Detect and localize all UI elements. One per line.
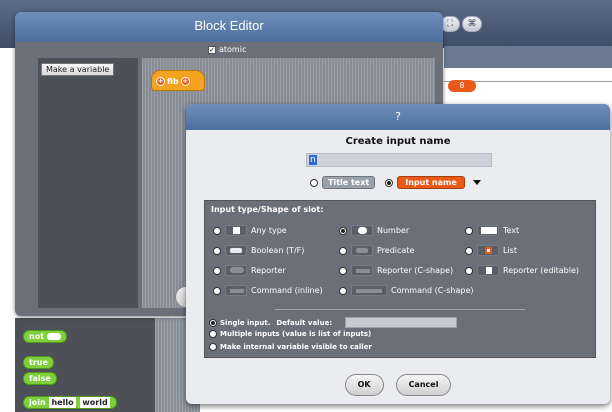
slot-radio-list[interactable] [465,246,473,255]
false-block-label: false [29,374,51,383]
single-input-label: Single input. [220,318,271,327]
false-block[interactable]: false [23,372,57,385]
slot-label-boolean: Boolean (T/F) [251,246,305,255]
predicate-slot-icon [351,245,373,256]
not-block[interactable]: not [23,330,68,343]
slot-label-command-inline: Command (inline) [251,286,323,295]
panel-divider [275,309,525,310]
slot-option-command-cshape[interactable]: Command (C-shape) [339,285,474,296]
slot-radio-text[interactable] [465,226,473,235]
reporter-editable-icon [477,265,499,276]
multiple-inputs-option[interactable]: Multiple inputs (value is list of inputs… [209,330,371,338]
input-name-dialog: ? Create input name n Title text Input n… [186,104,610,404]
slot-option-reporter-cshape[interactable]: Reporter (C-shape) [339,265,453,276]
custom-block-hat[interactable]: + fib + [151,70,205,91]
atomic-checkbox[interactable]: ✓ [208,45,216,54]
slot-radio-reporter-editable[interactable] [465,266,473,275]
slot-option-reporter-editable[interactable]: Reporter (editable) [465,265,579,276]
slot-radio-boolean[interactable] [213,246,221,255]
slot-radio-reporter[interactable] [213,266,221,275]
slot-option-number[interactable]: Number [339,225,409,236]
stage-size-buttons: ⛶ ⌘ [440,16,482,32]
slot-label-any: Any type [251,226,287,235]
slot-label-reporter-editable: Reporter (editable) [503,266,579,275]
slot-radio-any[interactable] [213,226,221,235]
title-text-label[interactable]: Title text [322,176,376,189]
ok-button[interactable]: OK [344,374,384,396]
cancel-button[interactable]: Cancel [395,374,452,396]
multiple-inputs-label: Multiple inputs (value is list of inputs… [220,330,372,338]
reporter-cshape-icon [351,265,373,276]
slot-option-predicate[interactable]: Predicate [339,245,414,256]
hat-block-label[interactable]: fib [167,77,179,86]
boolean-slot-icon [225,245,247,256]
slot-label-reporter: Reporter [251,266,286,275]
join-block-label: join [29,398,46,407]
slot-radio-predicate[interactable] [339,246,347,255]
slot-label-text: Text [503,226,520,235]
background-palette: not true false join hello world [15,318,155,412]
default-value-field[interactable] [345,317,458,328]
input-name-field[interactable]: n [306,153,492,167]
atomic-label: atomic [219,45,247,54]
slot-option-reporter[interactable]: Reporter [213,265,286,276]
title-text-radio[interactable] [310,178,318,187]
name-mode-options: Title text Input name [310,176,481,189]
chevron-down-icon[interactable] [472,180,481,185]
slot-option-list[interactable]: List [465,245,517,256]
atomic-option[interactable]: ✓ atomic [208,45,246,54]
editor-palette: Make a variable [38,58,138,308]
multiple-inputs-radio[interactable] [209,330,217,338]
variable-watcher-value: 8 [448,80,476,92]
dialog-heading: Create input name [345,136,451,147]
single-input-radio[interactable] [209,318,217,327]
make-internal-radio[interactable] [209,343,217,351]
dialog-buttons: OK Cancel [186,374,610,396]
slot-label-number: Number [377,226,410,235]
slot-label-list: List [503,246,517,255]
slot-option-any[interactable]: Any type [213,225,287,236]
slot-label-predicate: Predicate [377,246,415,255]
slot-label-reporter-cshape: Reporter (C-shape) [377,266,454,275]
join-arg-1[interactable]: hello [49,397,76,408]
slot-radio-command-cshape[interactable] [339,286,347,295]
slot-radio-reporter-cshape[interactable] [339,266,347,275]
single-input-option[interactable]: Single input. Default value: [209,317,458,328]
text-slot-icon [477,225,499,236]
true-block[interactable]: true [23,356,54,369]
slot-option-command-inline[interactable]: Command (inline) [213,285,323,296]
slot-type-title: Input type/Shape of slot: [211,205,324,214]
true-block-label: true [29,358,48,367]
default-value-label: Default value: [276,318,333,327]
slot-type-panel: Input type/Shape of slot: Any type Numbe… [204,200,596,358]
dialog-title[interactable]: ? [186,104,610,130]
not-block-label: not [29,332,45,341]
add-input-icon-2[interactable]: + [180,77,190,86]
add-input-icon[interactable]: + [156,77,165,86]
rect-slot-icon [225,225,247,236]
command-cshape-icon [351,285,387,296]
slot-radio-command-inline[interactable] [213,286,221,295]
slot-radio-number[interactable] [339,226,347,235]
make-internal-option[interactable]: Make internal variable visible to caller [209,343,372,351]
input-name-label[interactable]: Input name [397,176,465,189]
make-internal-label: Make internal variable visible to caller [220,343,372,351]
join-block[interactable]: join hello world [23,396,117,409]
slot-label-command-cshape: Command (C-shape) [391,286,474,295]
input-name-value[interactable]: n [309,155,317,165]
input-name-radio[interactable] [385,178,394,187]
reporter-slot-icon [225,265,247,276]
command-inline-icon [225,285,247,296]
slot-option-boolean[interactable]: Boolean (T/F) [213,245,304,256]
boolean-slot-icon [47,333,62,340]
round-slot-icon [351,225,373,236]
make-variable-button[interactable]: Make a variable [41,63,115,76]
small-stage-icon[interactable]: ⌘ [462,16,482,32]
block-editor-title[interactable]: Block Editor [15,12,443,42]
slot-option-text[interactable]: Text [465,225,519,236]
list-slot-icon [477,245,499,256]
join-arg-2[interactable]: world [80,397,110,408]
normal-stage-icon[interactable]: ⛶ [440,16,460,32]
stage-toolbar [444,46,612,68]
